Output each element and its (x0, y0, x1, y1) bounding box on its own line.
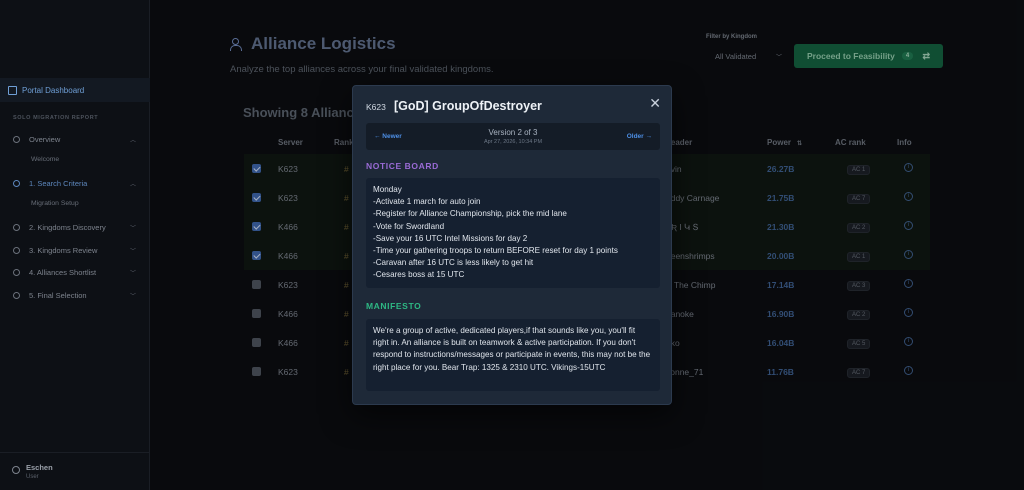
chevron-up-icon: ︿ (129, 181, 136, 188)
sidebar-item-kingdoms-review[interactable]: 3. Kingdoms Review ﹀ (0, 243, 150, 257)
user-name: Eschen (26, 463, 53, 472)
sidebar-item-final-selection[interactable]: 5. Final Selection ﹀ (0, 288, 150, 302)
notice-line: Monday (373, 185, 402, 194)
gear-icon (13, 179, 20, 187)
older-button[interactable]: Older → (627, 133, 652, 140)
manifesto-title: MANIFESTO (366, 301, 422, 311)
user-role: User (26, 474, 39, 480)
sidebar-item-overview[interactable]: Overview ︿ (0, 132, 150, 146)
portal-dashboard-label: Portal Dashboard (22, 85, 85, 95)
notice-line: -Activate 1 march for auto join (373, 197, 481, 207)
notice-line: -Time your gathering troops to return BE… (373, 246, 618, 256)
sidebar-subitem-welcome[interactable]: Welcome (31, 156, 59, 163)
search-icon (13, 246, 20, 254)
modal-alliance-name: [GoD] GroupOfDestroyer (394, 99, 542, 113)
version-label: Version 2 of 3 (488, 128, 538, 137)
chevron-down-icon: ﹀ (129, 293, 136, 300)
chevron-down-icon: ﹀ (129, 248, 136, 255)
sidebar: Portal Dashboard SOLO MIGRATION REPORT O… (0, 0, 150, 490)
alliance-detail-modal: K623 [GoD] GroupOfDestroyer ✕ ← Newer Ve… (352, 85, 672, 405)
sidebar-item-search-criteria[interactable]: 1. Search Criteria ︿ (0, 176, 150, 190)
notice-line: -Register for Alliance Championship, pic… (373, 209, 567, 219)
shield-icon (13, 268, 20, 276)
app: Portal Dashboard SOLO MIGRATION REPORT O… (0, 0, 1024, 490)
sidebar-item-kingdoms-discovery[interactable]: 2. Kingdoms Discovery ﹀ (0, 220, 150, 234)
section-label: SOLO MIGRATION REPORT (13, 115, 99, 121)
notice-line: -Save your 16 UTC Intel Missions for day… (373, 233, 528, 243)
sidebar-item-label: 2. Kingdoms Discovery (29, 222, 106, 232)
notice-board-title: NOTICE BOARD (366, 161, 439, 171)
portal-dashboard-link[interactable]: Portal Dashboard (0, 78, 150, 102)
sidebar-item-label: 5. Final Selection (29, 290, 87, 300)
chevron-down-icon: ﹀ (129, 225, 136, 232)
notice-board-content: Monday -Activate 1 march for auto join -… (366, 178, 660, 288)
sidebar-item-label: Overview (29, 134, 61, 144)
user-profile[interactable]: Eschen User (0, 452, 150, 490)
map-icon (13, 223, 20, 231)
notice-line: -Cesares boss at 15 UTC (373, 270, 465, 280)
version-date: Apr 27, 2026, 10:34 PM (483, 139, 543, 145)
chevron-down-icon: ﹀ (129, 270, 136, 277)
sidebar-subitem-migration-setup[interactable]: Migration Setup (31, 200, 79, 207)
sidebar-item-alliances-shortlist[interactable]: 4. Alliances Shortlist ﹀ (0, 265, 150, 279)
manifesto-content: We're a group of active, dedicated playe… (366, 319, 660, 391)
sidebar-item-label: 1. Search Criteria (29, 178, 88, 188)
version-navigator: ← Newer Version 2 of 3 Apr 27, 2026, 10:… (366, 123, 660, 150)
notice-line: -Caravan after 16 UTC is less likely to … (373, 258, 534, 268)
modal-kingdom: K623 (366, 102, 386, 112)
user-icon (12, 466, 20, 474)
chevron-up-icon: ︿ (129, 137, 136, 144)
close-icon[interactable]: ✕ (649, 95, 661, 112)
notice-line: -Vote for Swordland (373, 221, 445, 231)
sidebar-item-label: 4. Alliances Shortlist (29, 267, 97, 277)
sidebar-item-label: 3. Kingdoms Review (29, 245, 98, 255)
activity-icon (13, 135, 20, 143)
home-icon (8, 85, 17, 95)
flag-icon (13, 291, 20, 299)
